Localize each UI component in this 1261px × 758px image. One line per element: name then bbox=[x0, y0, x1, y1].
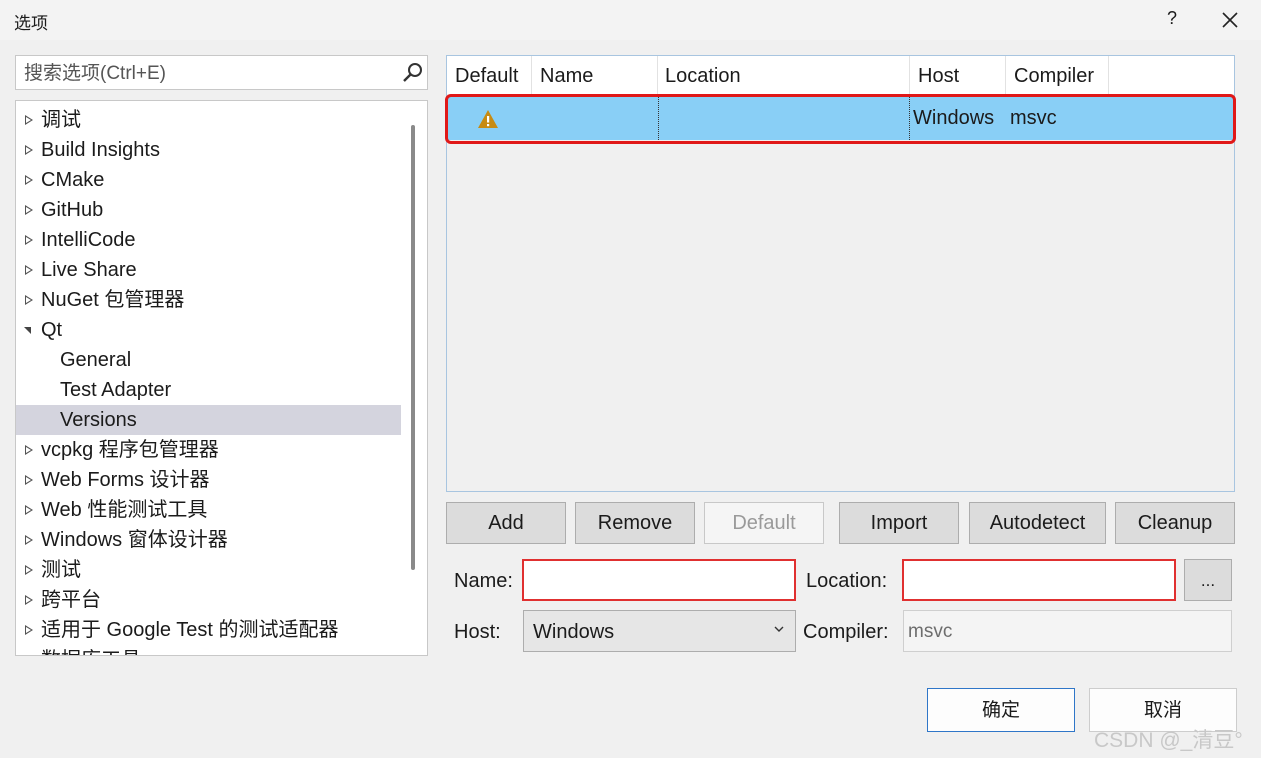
host-label: Host: bbox=[454, 621, 501, 643]
tree-item-label: IntelliCode bbox=[41, 229, 136, 251]
column-header-compiler[interactable]: Compiler bbox=[1006, 56, 1109, 94]
name-field[interactable] bbox=[522, 559, 796, 601]
tree-item-label: 调试 bbox=[41, 109, 81, 131]
window-title: 选项 bbox=[14, 14, 48, 33]
tree-item-label: Test Adapter bbox=[60, 379, 172, 401]
expand-arrow-icon[interactable] bbox=[25, 565, 33, 575]
tree-item-build-insights[interactable]: Build Insights bbox=[16, 135, 401, 165]
default-button[interactable]: Default bbox=[704, 502, 824, 544]
tree-item-cross-platform[interactable]: 跨平台 bbox=[16, 585, 401, 615]
expand-arrow-icon[interactable] bbox=[25, 295, 33, 305]
expand-arrow-icon[interactable] bbox=[25, 265, 33, 275]
compiler-field: msvc bbox=[903, 610, 1232, 652]
search-box[interactable] bbox=[15, 55, 428, 90]
tree-item-qt-versions[interactable]: Versions bbox=[16, 405, 401, 435]
add-button[interactable]: Add bbox=[446, 502, 566, 544]
expand-arrow-icon[interactable] bbox=[25, 625, 33, 635]
expand-arrow-icon[interactable] bbox=[25, 115, 33, 125]
remove-button[interactable]: Remove bbox=[575, 502, 695, 544]
tree-item-label: 测试 bbox=[41, 559, 81, 581]
expand-arrow-icon[interactable] bbox=[25, 145, 33, 155]
expand-arrow-icon[interactable] bbox=[25, 655, 33, 656]
location-input[interactable] bbox=[904, 561, 1174, 599]
tree-item-qt-test-adapter[interactable]: Test Adapter bbox=[16, 375, 401, 405]
tree-item-label: vcpkg 程序包管理器 bbox=[41, 439, 219, 461]
expand-arrow-icon[interactable] bbox=[25, 445, 33, 455]
import-button[interactable]: Import bbox=[839, 502, 959, 544]
expand-arrow-icon[interactable] bbox=[25, 535, 33, 545]
tree-item-github[interactable]: GitHub bbox=[16, 195, 401, 225]
chevron-down-icon bbox=[774, 626, 784, 632]
search-icon[interactable] bbox=[402, 62, 424, 84]
name-label: Name: bbox=[454, 570, 513, 592]
watermark: CSDN @_清豆° bbox=[1094, 729, 1243, 752]
tree-item-vcpkg[interactable]: vcpkg 程序包管理器 bbox=[16, 435, 401, 465]
tree-item-cmake[interactable]: CMake bbox=[16, 165, 401, 195]
autodetect-button[interactable]: Autodetect bbox=[969, 502, 1106, 544]
tree-scrollbar[interactable] bbox=[411, 125, 415, 570]
options-tree[interactable]: 调试 Build Insights CMake GitHub IntelliCo… bbox=[15, 100, 428, 656]
close-icon bbox=[1222, 12, 1238, 28]
column-header-default[interactable]: Default bbox=[447, 56, 532, 94]
column-header-name[interactable]: Name bbox=[532, 56, 658, 94]
table-header: Default Name Location Host Compiler bbox=[447, 56, 1234, 94]
cleanup-button[interactable]: Cleanup bbox=[1115, 502, 1235, 544]
location-field[interactable] bbox=[902, 559, 1176, 601]
tree-item-nuget[interactable]: NuGet 包管理器 bbox=[16, 285, 401, 315]
tree-item-qt-general[interactable]: General bbox=[16, 345, 401, 375]
ok-button[interactable]: 确定 bbox=[927, 688, 1075, 732]
tree-item-label: Windows 窗体设计器 bbox=[41, 529, 228, 551]
expand-arrow-icon[interactable] bbox=[25, 205, 33, 215]
tree-item-live-share[interactable]: Live Share bbox=[16, 255, 401, 285]
tree-item-web-forms[interactable]: Web Forms 设计器 bbox=[16, 465, 401, 495]
tree-item-qt[interactable]: Qt bbox=[16, 315, 401, 345]
tree-item-winforms[interactable]: Windows 窗体设计器 bbox=[16, 525, 401, 555]
expand-arrow-icon[interactable] bbox=[25, 595, 33, 605]
expand-arrow-icon[interactable] bbox=[25, 475, 33, 485]
tree-item-web-perf[interactable]: Web 性能测试工具 bbox=[16, 495, 401, 525]
expand-arrow-icon[interactable] bbox=[25, 505, 33, 515]
tree-item-label: 数据库工具 bbox=[41, 645, 141, 655]
tree-item-label: Versions bbox=[60, 409, 137, 431]
expand-arrow-icon[interactable] bbox=[25, 235, 33, 245]
column-header-host[interactable]: Host bbox=[910, 56, 1006, 94]
tree-item-google-test[interactable]: 适用于 Google Test 的测试适配器 bbox=[16, 615, 401, 645]
help-button[interactable]: ? bbox=[1162, 8, 1182, 32]
location-label: Location: bbox=[806, 570, 888, 592]
collapse-arrow-icon[interactable] bbox=[24, 327, 31, 334]
browse-button[interactable]: ... bbox=[1184, 559, 1232, 601]
host-select[interactable]: Windows bbox=[523, 610, 796, 652]
compiler-label: Compiler: bbox=[803, 621, 889, 643]
close-button[interactable] bbox=[1215, 5, 1245, 35]
tree-item-label: Live Share bbox=[41, 259, 137, 281]
tree-item-label: Web Forms 设计器 bbox=[41, 469, 210, 491]
tree-item-label: Build Insights bbox=[41, 139, 160, 161]
tree-item-intellicode[interactable]: IntelliCode bbox=[16, 225, 401, 255]
tree-item-label: Web 性能测试工具 bbox=[41, 499, 208, 521]
name-input[interactable] bbox=[524, 561, 794, 599]
tree-item-label: Qt bbox=[41, 319, 63, 341]
tree-item-debug[interactable]: 调试 bbox=[16, 105, 401, 135]
row-highlight-annotation bbox=[445, 94, 1236, 144]
tree-item-label: 跨平台 bbox=[41, 589, 101, 611]
tree-item-test[interactable]: 测试 bbox=[16, 555, 401, 585]
title-bar bbox=[0, 0, 1261, 40]
column-header-location[interactable]: Location bbox=[658, 56, 910, 94]
tree-item-label: General bbox=[60, 349, 132, 371]
compiler-value: msvc bbox=[908, 621, 953, 642]
search-input[interactable] bbox=[22, 60, 396, 88]
tree-item-label: GitHub bbox=[41, 199, 104, 221]
tree-item-database-tools[interactable]: 数据库工具 bbox=[16, 645, 401, 656]
tree-item-label: CMake bbox=[41, 169, 105, 191]
tree-item-label: 适用于 Google Test 的测试适配器 bbox=[41, 619, 339, 641]
host-select-value: Windows bbox=[533, 621, 615, 643]
expand-arrow-icon[interactable] bbox=[25, 175, 33, 185]
tree-item-label: NuGet 包管理器 bbox=[41, 289, 185, 311]
